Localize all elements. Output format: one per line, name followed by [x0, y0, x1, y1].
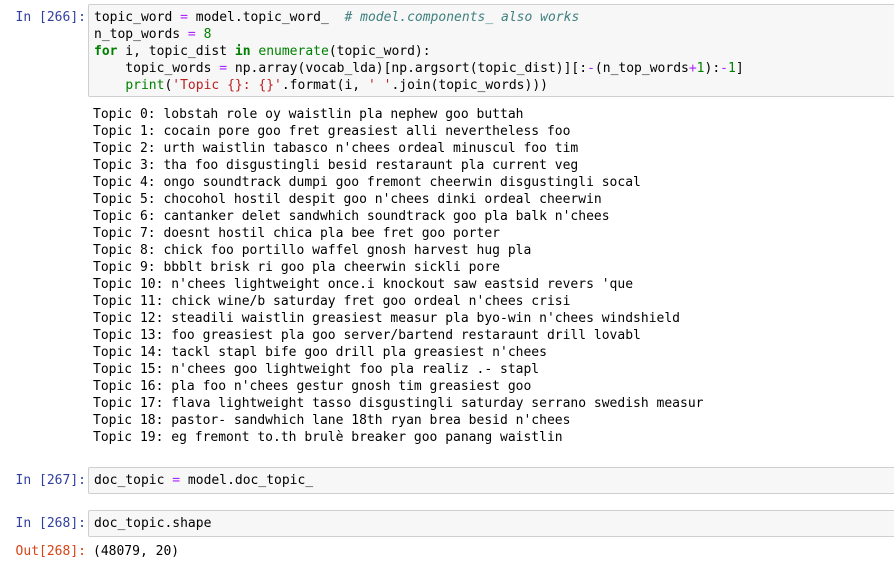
output-line: Topic 4: ongo soundtrack dumpi goo fremo…	[93, 175, 641, 190]
code-token: doc_topic.shape	[94, 516, 212, 531]
code-token: for	[94, 44, 118, 59]
output-line: Topic 16: pla foo n'chees gestur gnosh t…	[93, 379, 532, 394]
code-token: i, topic_dist	[117, 44, 235, 59]
output-line: Topic 2: urth waistlin tabasco n'chees o…	[93, 141, 579, 156]
code-token: n_top_words	[94, 27, 188, 42]
code-token: doc_topic	[94, 473, 173, 488]
code-line: doc_topic = model.doc_topic_	[94, 472, 313, 489]
code-cell-268[interactable]: In [268]: doc_topic.shape Out[268]: (480…	[0, 508, 894, 566]
code-text: topic_word = model.topic_word_ # model.c…	[94, 9, 744, 94]
output-line: Topic 12: steadili waistlin greasiest me…	[93, 311, 680, 326]
output-line: Topic 7: doesnt hostil chica pla bee fre…	[93, 226, 500, 241]
output-line: Topic 3: tha foo disgustingli besid rest…	[93, 158, 579, 173]
code-token: =	[180, 10, 188, 25]
code-token: 1	[727, 61, 736, 76]
code-token: (topic_word):	[328, 44, 431, 59]
cell-output: (48079, 20)	[93, 543, 179, 560]
code-token: .join(topic_words)))	[391, 78, 548, 93]
code-token: 'Topic {}: {}'	[172, 78, 282, 93]
input-prompt: In [266]:	[15, 10, 86, 25]
output-line: Topic 0: lobstah role oy waistlin pla ne…	[93, 107, 524, 122]
code-token: 8	[203, 27, 212, 42]
code-token: ):	[704, 61, 721, 76]
output-line: Topic 14: tackl stapl bife goo drill pla…	[93, 345, 547, 360]
cell-output: Topic 0: lobstah role oy waistlin pla ne…	[93, 106, 703, 446]
code-line: topic_word = model.topic_word_ # model.c…	[94, 9, 744, 26]
code-token: np.array(vocab_lda)[np.argsort(topic_dis…	[227, 61, 588, 76]
code-token: 1	[696, 61, 705, 76]
output-line: Topic 18: pastor- sandwhich lane 18th ry…	[93, 413, 571, 428]
output-line: Topic 10: n'chees lightweight once.i kno…	[93, 277, 634, 292]
output-line: Topic 9: bbblt brisk ri goo pla cheerwin…	[93, 260, 500, 275]
output-line: Topic 11: chick wine/b saturday fret goo…	[93, 294, 571, 309]
code-token: =	[172, 473, 181, 488]
code-token: .format(i,	[281, 78, 368, 93]
output-line: Topic 13: foo greasiest pla goo server/b…	[93, 328, 641, 343]
code-line: for i, topic_dist in enumerate(topic_wor…	[94, 43, 744, 60]
code-line: topic_words = np.array(vocab_lda)[np.arg…	[94, 60, 744, 77]
code-token: topic_words	[94, 61, 220, 76]
code-line: doc_topic.shape	[94, 515, 211, 532]
output-line: Topic 19: eg fremont to.th brulè breaker…	[93, 430, 563, 445]
code-cell-267[interactable]: In [267]: doc_topic = model.doc_topic_	[0, 465, 894, 497]
input-prompt: In [267]:	[15, 473, 86, 488]
code-token: -	[587, 61, 595, 76]
output-line: (48079, 20)	[93, 544, 180, 559]
code-text: doc_topic.shape	[94, 515, 211, 532]
code-line: print('Topic {}: {}'.format(i, ' '.join(…	[94, 77, 744, 94]
output-prompt: Out[268]:	[15, 544, 86, 559]
code-line: n_top_words = 8	[94, 26, 744, 43]
code-editor[interactable]: doc_topic.shape	[88, 510, 894, 537]
code-token: ]	[735, 61, 744, 76]
code-token: in	[234, 44, 251, 59]
code-token: model.topic_word_	[187, 10, 345, 25]
code-token: -	[720, 61, 728, 76]
code-token: =	[219, 61, 228, 76]
code-token: =	[187, 27, 196, 42]
code-token: (n_top_words	[594, 61, 689, 76]
output-line: Topic 8: chick foo portillo waffel gnosh…	[93, 243, 532, 258]
code-token: # model.components_ also works	[344, 10, 580, 25]
code-editor[interactable]: doc_topic = model.doc_topic_	[88, 467, 894, 494]
code-editor[interactable]: topic_word = model.topic_word_ # model.c…	[88, 4, 894, 97]
code-token: ' '	[367, 78, 392, 93]
output-line: Topic 17: flava lightweight tasso disgus…	[93, 396, 704, 411]
code-token: print	[125, 78, 165, 93]
code-text: doc_topic = model.doc_topic_	[94, 472, 313, 489]
code-token: +	[688, 61, 697, 76]
code-token: topic_word	[94, 10, 181, 25]
output-line: Topic 5: chocohol hostil despit goo n'ch…	[93, 192, 602, 207]
input-prompt: In [268]:	[15, 516, 86, 531]
output-line: Topic 15: n'chees goo lightweight foo pl…	[93, 362, 540, 377]
code-token: model.doc_topic_	[180, 473, 314, 488]
code-cell-266[interactable]: In [266]: topic_word = model.topic_word_…	[0, 0, 894, 452]
output-line: Topic 6: cantanker delet sandwhich sound…	[93, 209, 610, 224]
output-line: Topic 1: cocain pore goo fret greasiest …	[93, 124, 571, 139]
code-token: enumerate	[258, 44, 329, 59]
